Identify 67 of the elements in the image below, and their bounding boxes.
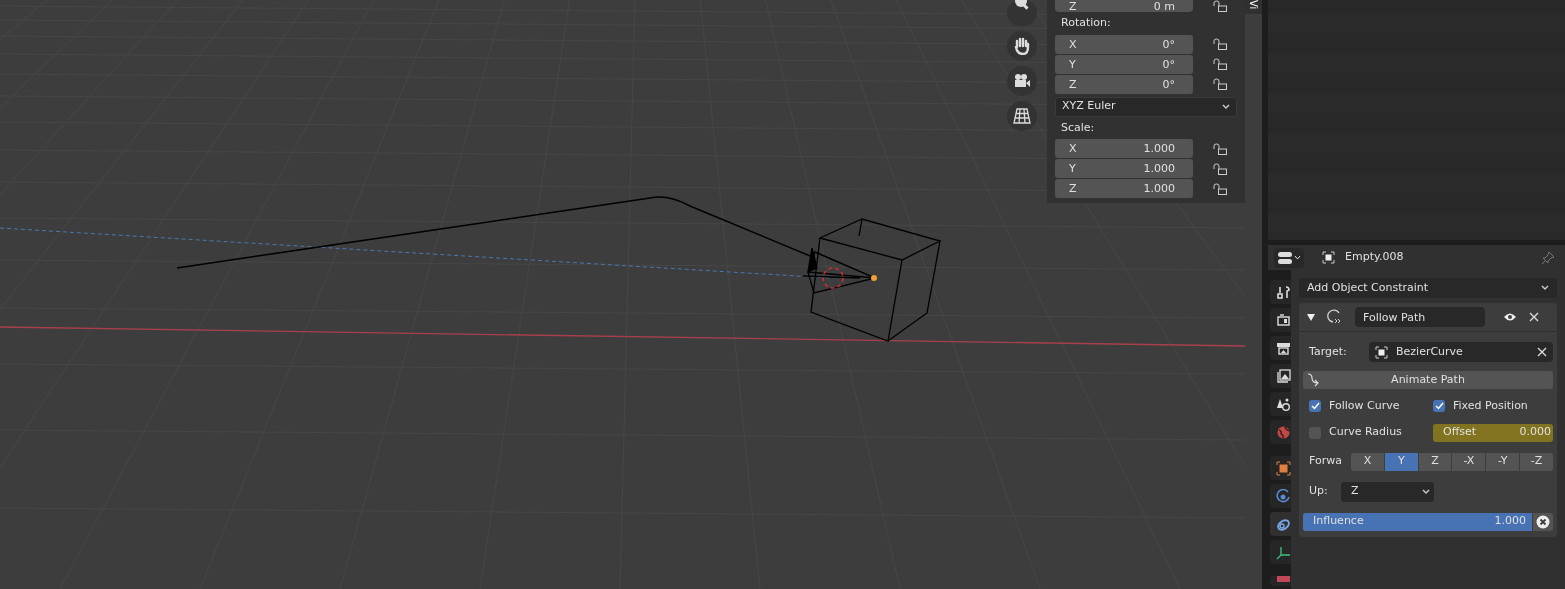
axis-toggle[interactable]: -X: [1452, 452, 1486, 471]
eye-icon[interactable]: [1503, 312, 1517, 322]
number-field[interactable]: Z 0 m: [1055, 0, 1193, 12]
checkbox-label[interactable]: Curve Radius: [1329, 424, 1402, 441]
checkbox[interactable]: [1309, 400, 1321, 413]
axis-toggle[interactable]: X: [1351, 452, 1384, 471]
field-label: Up:: [1309, 483, 1329, 500]
object-name: Empty.008: [1345, 249, 1405, 266]
orbit-icon[interactable]: [1270, 484, 1291, 508]
unlock-icon[interactable]: [1213, 142, 1227, 155]
3d-viewport[interactable]: Z 0 m Rotation: X 0° Y 0° Z 0° XYZ Euler Scale: X 1.000 Y 1.000 Z 1.000: [0, 0, 1245, 589]
target-field[interactable]: BezierCurve: [1369, 342, 1553, 362]
section-label: Scale:: [1060, 119, 1096, 136]
rotation-mode-dropdown[interactable]: XYZ Euler: [1055, 96, 1237, 117]
number-field[interactable]: Z 1.000: [1055, 179, 1193, 198]
checkbox[interactable]: [1433, 400, 1445, 413]
editor-type-button[interactable]: [1274, 247, 1304, 268]
empty-object-icon: [1322, 251, 1335, 264]
number-field[interactable]: X 0°: [1055, 34, 1193, 54]
constraint-name-field[interactable]: Follow Path: [1355, 307, 1485, 327]
unlock-icon[interactable]: [1213, 182, 1227, 195]
checkbox-label[interactable]: Follow Curve: [1329, 398, 1400, 415]
offset-field[interactable]: Offset 0.000: [1433, 423, 1553, 442]
checkbox-label[interactable]: Fixed Position: [1453, 398, 1528, 415]
target-name: BezierCurve: [1396, 343, 1464, 360]
tool-icon[interactable]: [1270, 280, 1291, 304]
empty-object-icon: [1375, 345, 1388, 359]
disable-keep-button[interactable]: [1533, 512, 1553, 531]
number-field[interactable]: Z 0°: [1055, 74, 1193, 94]
chevron-icon: [1222, 103, 1230, 110]
grid-icon[interactable]: [1007, 101, 1037, 131]
number-field[interactable]: X 1.000: [1055, 139, 1193, 158]
axes-icon[interactable]: [1270, 540, 1291, 564]
image-stack-icon[interactable]: [1270, 364, 1291, 388]
influence-slider[interactable]: Influence 1.000: [1303, 512, 1532, 531]
unlock-icon[interactable]: [1213, 58, 1227, 70]
chain-link-icon[interactable]: [1270, 512, 1291, 536]
unlock-icon[interactable]: [1213, 78, 1227, 90]
axis-toggle[interactable]: -Y: [1486, 452, 1520, 471]
axis-toggle[interactable]: -Z: [1520, 452, 1553, 471]
up-axis-dropdown[interactable]: Z: [1341, 481, 1434, 502]
shapes-icon[interactable]: [1270, 392, 1291, 416]
sidebar-tab[interactable]: Vi: [1245, 0, 1262, 14]
field-label: Target:: [1309, 343, 1348, 360]
follow-path-icon: [1327, 309, 1343, 325]
pin-icon[interactable]: [1541, 250, 1555, 265]
add-constraint-dropdown[interactable]: Add Object Constraint: [1299, 278, 1557, 298]
unlock-icon[interactable]: [1213, 0, 1227, 12]
hand-icon[interactable]: [1007, 31, 1037, 61]
animate-path-button[interactable]: Animate Path: [1303, 371, 1553, 389]
chevron-icon: [1541, 285, 1549, 291]
unlock-icon[interactable]: [1213, 38, 1227, 50]
zoom-icon[interactable]: [1007, 0, 1037, 26]
camera-icon[interactable]: [1007, 66, 1037, 96]
axis-toggle[interactable]: Z: [1418, 452, 1452, 471]
field-label: Forwa: [1309, 453, 1341, 470]
axis-toggle[interactable]: Y: [1384, 452, 1418, 471]
section-label: Rotation:: [1060, 15, 1112, 31]
close-icon[interactable]: [1529, 312, 1539, 322]
chevron-icon: [1422, 488, 1430, 495]
clear-icon[interactable]: [1537, 347, 1547, 357]
unlock-icon[interactable]: [1213, 162, 1227, 175]
number-field[interactable]: Y 1.000: [1055, 159, 1193, 178]
expanded-triangle-icon[interactable]: [1307, 313, 1315, 321]
number-field[interactable]: Y 0°: [1055, 54, 1193, 74]
printer-icon[interactable]: [1270, 336, 1291, 360]
square-icon[interactable]: [1270, 456, 1291, 480]
